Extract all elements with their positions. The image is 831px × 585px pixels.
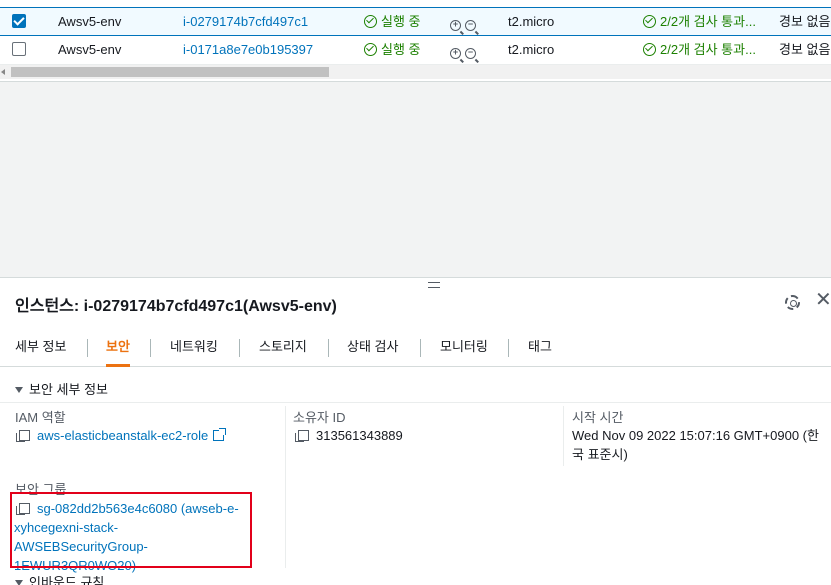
zoom-controls: + − xyxy=(450,8,490,35)
copy-icon[interactable] xyxy=(16,430,30,442)
tab-status-checks[interactable]: 상태 검사 xyxy=(347,329,398,367)
instance-state-text: 실행 중 xyxy=(381,14,421,29)
tab-divider xyxy=(508,339,509,357)
horizontal-scrollbar[interactable] xyxy=(0,65,831,79)
instance-state-text: 실행 중 xyxy=(381,42,421,57)
tab-storage[interactable]: 스토리지 xyxy=(259,329,307,367)
section-divider xyxy=(0,402,831,403)
panel-title: 인스턴스: i-0279174b7cfd497c1(Awsv5-env) xyxy=(15,298,337,315)
zoom-out-icon[interactable]: − xyxy=(465,20,476,31)
status-check: 2/2개 검사 통과... xyxy=(643,8,775,35)
instance-detail-panel: 인스턴스: i-0279174b7cfd497c1(Awsv5-env) ✕ 세… xyxy=(0,277,831,585)
check-circle-icon xyxy=(364,15,377,28)
tab-divider xyxy=(150,339,151,357)
security-details-toggle[interactable]: 보안 세부 정보 xyxy=(15,379,108,398)
scroll-thumb[interactable] xyxy=(11,67,329,77)
caret-down-icon xyxy=(15,387,23,393)
close-icon[interactable]: ✕ xyxy=(815,290,831,310)
iam-role-link[interactable]: aws-elasticbeanstalk-ec2-role xyxy=(37,428,208,443)
alarm-status: 경보 없음 xyxy=(779,14,831,29)
status-check: 2/2개 검사 통과... xyxy=(643,36,775,63)
zoom-in-icon[interactable]: + xyxy=(450,48,461,59)
instance-id-link[interactable]: i-0171a8e7e0b195397 xyxy=(183,36,353,63)
instances-table: Awsv5-env i-0279174b7cfd497c1 실행 중 + − t2… xyxy=(0,0,831,82)
copy-icon[interactable] xyxy=(295,430,309,442)
owner-id-text: 313561343889 xyxy=(316,428,403,443)
column-divider xyxy=(563,406,564,466)
tab-divider xyxy=(239,339,240,357)
launch-time-value: Wed Nov 09 2022 15:07:16 GMT+0900 (한국 표준… xyxy=(572,428,819,462)
inbound-rules-title: 인바운드 규칙 xyxy=(29,575,105,585)
zoom-controls: + − xyxy=(450,36,490,63)
check-circle-icon xyxy=(364,43,377,56)
status-check-text: 2/2개 검사 통과... xyxy=(660,14,756,29)
tab-security[interactable]: 보안 xyxy=(106,329,130,367)
section-title: 보안 세부 정보 xyxy=(29,382,108,397)
tab-divider xyxy=(328,339,329,357)
owner-id-label: 소유자 ID xyxy=(293,410,346,425)
tab-networking[interactable]: 네트워킹 xyxy=(170,329,218,367)
table-row[interactable]: Awsv5-env i-0171a8e7e0b195397 실행 중 + − t2… xyxy=(0,36,831,65)
tab-details[interactable]: 세부 정보 xyxy=(15,329,66,367)
instance-type: t2.micro xyxy=(508,14,555,29)
check-circle-icon xyxy=(643,43,656,56)
column-divider xyxy=(285,406,286,568)
external-link-icon[interactable] xyxy=(213,428,227,441)
row-checkbox[interactable] xyxy=(12,42,26,56)
highlight-annotation xyxy=(10,492,252,568)
iam-role-label: IAM 역할 xyxy=(15,410,66,425)
table-empty-area xyxy=(0,82,831,277)
instance-name: Awsv5-env xyxy=(58,42,122,57)
status-check-text: 2/2개 검사 통과... xyxy=(660,42,756,57)
inbound-rules-toggle[interactable]: 인바운드 규칙 xyxy=(15,572,104,585)
zoom-out-icon[interactable]: − xyxy=(465,48,476,59)
gear-icon[interactable] xyxy=(785,295,800,310)
instance-type: t2.micro xyxy=(508,42,555,57)
row-checkbox[interactable] xyxy=(12,14,26,28)
instance-name: Awsv5-env xyxy=(58,14,122,29)
tab-monitoring[interactable]: 모니터링 xyxy=(440,329,488,367)
zoom-in-icon[interactable]: + xyxy=(450,20,461,31)
launch-time-label: 시작 시간 xyxy=(572,410,624,425)
scroll-left-icon[interactable] xyxy=(1,69,5,75)
check-circle-icon xyxy=(643,15,656,28)
caret-down-icon xyxy=(15,580,23,585)
resize-handle-icon[interactable] xyxy=(428,282,440,288)
table-row[interactable]: Awsv5-env i-0279174b7cfd497c1 실행 중 + − t2… xyxy=(0,7,831,36)
iam-role-value: aws-elasticbeanstalk-ec2-role xyxy=(16,426,227,445)
alarm-status: 경보 없음 xyxy=(779,42,831,57)
tab-tags[interactable]: 태그 xyxy=(528,329,552,367)
tab-divider xyxy=(420,339,421,357)
instance-state: 실행 중 xyxy=(364,36,444,63)
instance-state: 실행 중 xyxy=(364,8,444,35)
tab-divider xyxy=(87,339,88,357)
detail-tabs: 세부 정보 보안 네트워킹 스토리지 상태 검사 모니터링 태그 xyxy=(0,329,831,367)
instance-id-link[interactable]: i-0279174b7cfd497c1 xyxy=(183,8,353,35)
owner-id-value: 313561343889 xyxy=(295,426,403,445)
